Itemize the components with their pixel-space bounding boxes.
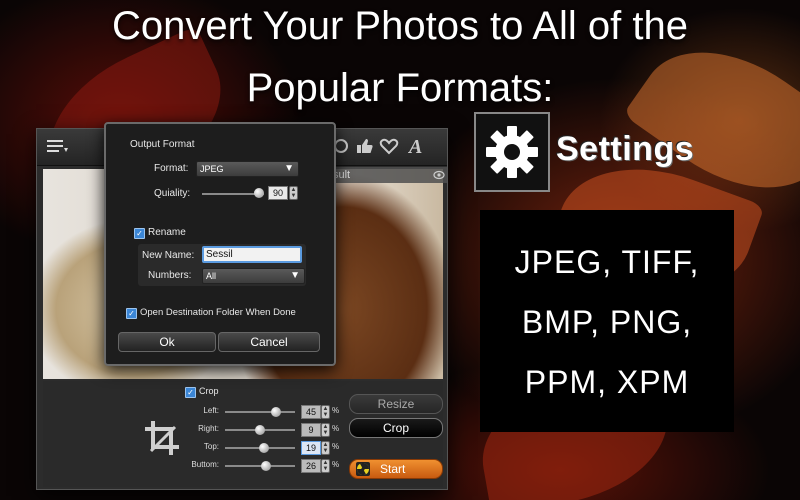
quality-knob[interactable] <box>254 188 264 198</box>
crop-left-knob[interactable] <box>271 407 281 417</box>
crop-top-unit: % <box>332 442 340 451</box>
crop-left-slider[interactable] <box>225 411 295 413</box>
formats-panel: JPEG, TIFF, BMP, PNG, PPM, XPM <box>480 210 734 432</box>
result-bar: sult <box>327 167 447 183</box>
svg-text:A: A <box>407 136 422 157</box>
text-style-icon[interactable]: A <box>407 135 429 157</box>
settings-label: Settings <box>556 130 695 168</box>
start-button[interactable]: Start <box>349 459 443 479</box>
list-icon[interactable] <box>47 139 69 155</box>
ok-button[interactable]: Ok <box>118 332 216 352</box>
open-folder-checkbox[interactable]: ✓ <box>126 308 137 319</box>
resize-button[interactable]: Resize <box>349 394 443 414</box>
formats-line-2: BMP, PNG, <box>521 304 693 340</box>
crop-bottom-unit: % <box>332 460 340 469</box>
crop-left-unit: % <box>332 406 340 415</box>
start-label: Start <box>380 462 406 476</box>
crop-right-stepper[interactable]: ▲ ▼ <box>321 423 330 437</box>
crop-top-stepper[interactable]: ▲ ▼ <box>321 441 330 455</box>
format-select[interactable]: JPEG ▼ <box>196 161 299 177</box>
cancel-button[interactable]: Cancel <box>218 332 320 352</box>
settings-badge <box>474 112 550 192</box>
crop-left-label: Left: <box>203 406 219 415</box>
format-value: JPEG <box>200 164 224 174</box>
crop-top-knob[interactable] <box>259 443 269 453</box>
thumbs-up-icon[interactable] <box>355 137 373 155</box>
numbers-select[interactable]: All ▼ <box>202 268 305 284</box>
crop-checkbox[interactable]: ✓ <box>185 387 196 398</box>
crop-bottom-stepper[interactable]: ▲ ▼ <box>321 459 330 473</box>
new-name-label: New Name: <box>142 250 195 261</box>
format-label: Format: <box>154 163 189 174</box>
quality-stepper[interactable]: ▲ ▼ <box>289 186 298 200</box>
headline-line-2: Popular Formats: <box>246 66 554 110</box>
crop-panel: ✓ Crop Left: 45 ▲ ▼ % Right: 9 ▲ ▼ % Top: … <box>43 381 443 487</box>
dropdown-arrow-icon: ▼ <box>284 163 294 174</box>
crop-bottom-label: Buttom: <box>191 460 219 469</box>
crop-top-value[interactable]: 19 <box>301 441 321 455</box>
rename-checkbox[interactable]: ✓ <box>134 228 145 239</box>
output-format-dialog: Output Format Format: JPEG ▼ Quiality: 9… <box>104 122 336 366</box>
new-name-input[interactable]: Sessil <box>202 246 302 263</box>
crop-right-value[interactable]: 9 <box>301 423 321 437</box>
formats-line-3: PPM, XPM <box>524 364 690 400</box>
crop-bottom-knob[interactable] <box>261 461 271 471</box>
crop-right-unit: % <box>332 424 340 433</box>
crop-left-stepper[interactable]: ▲ ▼ <box>321 405 330 419</box>
output-format-title: Output Format <box>130 139 195 150</box>
formats-line-1: JPEG, TIFF, <box>514 244 700 280</box>
crop-left-value[interactable]: 45 <box>301 405 321 419</box>
crop-top-label: Top: <box>203 442 219 451</box>
eye-icon[interactable] <box>433 170 445 180</box>
gear-icon <box>486 126 538 178</box>
dropdown-arrow-icon: ▼ <box>290 270 300 281</box>
quality-value[interactable]: 90 <box>268 186 288 200</box>
crop-bottom-slider[interactable] <box>225 465 295 467</box>
rename-label: Rename <box>148 227 186 238</box>
quality-label: Quiality: <box>154 188 191 199</box>
crop-icon <box>145 421 179 455</box>
heart-icon[interactable] <box>379 137 399 155</box>
open-folder-label: Open Destination Folder When Done <box>140 307 296 318</box>
crop-button[interactable]: Crop <box>349 418 443 438</box>
crop-bottom-value[interactable]: 26 <box>301 459 321 473</box>
crop-label: Crop <box>199 386 219 396</box>
headline-line-1: Convert Your Photos to All of the <box>112 4 688 48</box>
radiation-icon <box>356 462 370 476</box>
numbers-label: Numbers: <box>148 270 192 281</box>
crop-right-knob[interactable] <box>255 425 265 435</box>
numbers-value: All <box>206 271 217 281</box>
crop-right-label: Right: <box>198 424 219 433</box>
